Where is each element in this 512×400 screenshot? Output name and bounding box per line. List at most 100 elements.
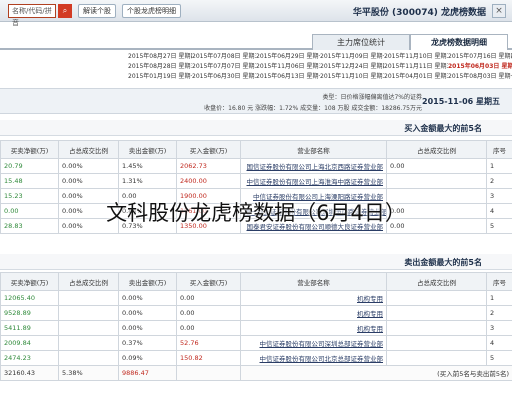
table-row: 9528.89 0.00% 0.00 机构专用 2 [0,305,512,321]
col-buy-pct: 占总成交比例 [386,140,487,159]
seat-link[interactable]: 中信证券股份有限公司深圳总部证券营业部 [240,335,387,351]
tab-bar: 主力席位统计 龙虎榜数据明细 [0,32,512,50]
total-row: 32160.43 5.38% 9886.47 (买入前5名与卖出前5名) [0,365,512,381]
buy-cell: 0.00 [176,320,241,336]
seat-link[interactable]: 中信证券股份有限公司北京总部证券营业部 [240,350,387,366]
buy-pct-cell: 0.00 [386,158,487,174]
buy-section-header: 买入金额最大的前5名 [0,120,512,136]
buy-cell: 0.00 [176,290,241,306]
date-link[interactable]: 2015年11月06日 星期五 [256,62,320,72]
net-cell: 15.48 [0,173,59,189]
buy-cell: 2400.00 [176,173,241,189]
seat-link[interactable]: 国信证券股份有限公司上海北京西路证券营业部 [240,158,387,174]
sell-section-title: 卖出金额最大的前5名 [404,258,482,267]
seat-link[interactable]: 机构专用 [240,290,387,306]
trade-type-text: 类型：日价格涨幅偏离值达7%的证券 [322,94,422,101]
date-link[interactable]: 2015年07月07日 星期二 [192,62,256,72]
date-link[interactable]: 2015年04月01日 星期三 [384,72,448,82]
seq-cell: 1 [486,290,512,306]
seat-link[interactable]: 中信证券股份有限公司上海淮海中路证券营业部 [240,173,387,189]
trade-info-panel: 类型：日价格涨幅偏离值达7%的证券 收盘价：16.80 元 涨跌幅：1.72% … [0,88,512,114]
search-icon[interactable]: ⌕ [58,4,72,18]
buy-cell: 52.76 [176,335,241,351]
total-label: (买入前5名与卖出前5名) [240,365,512,381]
net-cell: 12065.40 [0,290,59,306]
buy-pct-cell [386,320,487,336]
interpret-button[interactable]: 解读个股 [78,4,116,18]
date-row: 2015年01月19日 星期一 2015年06月30日 星期二 2015年06月… [0,72,512,82]
date-row: 2015年08月27日 星期四 2015年07月08日 星期三 2015年06月… [0,52,512,62]
col-net: 买卖净额(万) [0,272,59,291]
trade-date: 2015-11-06 星期五 [422,97,500,106]
seq-cell: 3 [486,320,512,336]
seq-cell: 5 [486,350,512,366]
net-cell: 5411.89 [0,320,59,336]
col-sell-pct: 占总成交比例 [58,140,119,159]
sell-pct-cell [58,305,119,321]
table-row: 2474.23 0.09% 150.82 中信证券股份有限公司北京总部证券营业部… [0,350,512,366]
headline-caption: 文科股份龙虎榜数据（6月4日） [106,201,406,225]
date-link[interactable]: 2015年11月10日 星期二 [384,52,448,62]
date-link[interactable]: 2015年11月10日 星期二 [320,72,384,82]
total-buy-cell: 9886.47 [118,365,177,381]
page-title: 华平股份 (300074) 龙虎榜数据 [352,8,486,18]
sell-cell: 0.37% [118,335,177,351]
col-seat: 营业部名称 [240,140,387,159]
search-input[interactable]: 名称/代码/拼音 [8,4,56,27]
sell-cell: 0.00% [118,320,177,336]
sell-cell: 1.45% [118,158,177,174]
col-seq: 序号 [486,272,512,291]
buy-section-title: 买入金额最大的前5名 [404,124,482,133]
buy-cell: 0.00 [176,305,241,321]
date-link[interactable]: 2015年06月29日 星期一 [256,52,320,62]
date-link[interactable]: 2015年08月27日 星期四 [128,52,192,62]
col-buy: 买入金额(万) [176,272,241,291]
date-link[interactable]: 2015年06月30日 星期二 [192,72,256,82]
date-link[interactable]: 2015年08月03日 星期一 [448,72,512,82]
table-row: 12065.40 0.00% 0.00 机构专用 1 [0,290,512,306]
detail-button[interactable]: 个股龙虎榜明细 [122,4,181,18]
buy-cell: 2062.73 [176,158,241,174]
col-sell-pct: 占总成交比例 [58,272,119,291]
net-cell: 2009.84 [0,335,59,351]
date-link[interactable]: 2015年12月24日 星期四 [320,62,384,72]
date-link[interactable]: 2015年07月08日 星期三 [192,52,256,62]
tab-detail[interactable]: 龙虎榜数据明细 [410,34,508,50]
close-icon[interactable]: × [492,4,506,18]
sell-cell: 1.31% [118,173,177,189]
col-sell: 卖出金额(万) [118,140,177,159]
seq-cell: 4 [486,335,512,351]
buy-cell: 150.82 [176,350,241,366]
date-link[interactable]: 2015年06月13日 星期一 [256,72,320,82]
net-cell: 2474.23 [0,350,59,366]
total-sell-pct-cell: 5.38% [58,365,119,381]
title-bar: 名称/代码/拼音 ⌕ 解读个股 个股龙虎榜明细 华平股份 (300074) 龙虎… [0,0,512,27]
tab-seat-stats[interactable]: 主力席位统计 [312,34,410,50]
col-seq: 序号 [486,140,512,159]
buy-pct-cell [386,350,487,366]
table-header-row: 买卖净额(万) 占总成交比例 卖出金额(万) 买入金额(万) 营业部名称 占总成… [0,140,512,159]
date-link-selected[interactable]: 2015年06月03日 星期三 [448,62,512,72]
date-link[interactable]: 2015年07月16日 星期四 [448,52,512,62]
seat-link[interactable]: 机构专用 [240,305,387,321]
buy-pct-cell [386,305,487,321]
buy-pct-cell [386,173,487,189]
table-row: 20.79 0.00% 1.45% 2062.73 国信证券股份有限公司上海北京… [0,158,512,174]
date-link[interactable]: 2015年08月28日 星期五 [128,62,192,72]
sell-pct-cell [58,350,119,366]
date-link[interactable]: 2015年11月09日 星期一 [320,52,384,62]
buy-pct-cell [386,335,487,351]
buy-pct-cell [386,290,487,306]
col-net: 买卖净额(万) [0,140,59,159]
seat-link[interactable]: 机构专用 [240,320,387,336]
date-link[interactable]: 2015年11月11日 星期三 [384,62,448,72]
date-link[interactable]: 2015年01月19日 星期一 [128,72,192,82]
sell-pct-cell: 0.00% [58,158,119,174]
net-cell: 9528.89 [0,305,59,321]
total-net-cell: 32160.43 [0,365,59,381]
sell-pct-cell: 0.00% [58,173,119,189]
table-row: 15.48 0.00% 1.31% 2400.00 中信证券股份有限公司上海淮海… [0,173,512,189]
col-seat: 营业部名称 [240,272,387,291]
table-header-row: 买卖净额(万) 占总成交比例 卖出金额(万) 买入金额(万) 营业部名称 占总成… [0,272,512,291]
col-buy: 买入金额(万) [176,140,241,159]
